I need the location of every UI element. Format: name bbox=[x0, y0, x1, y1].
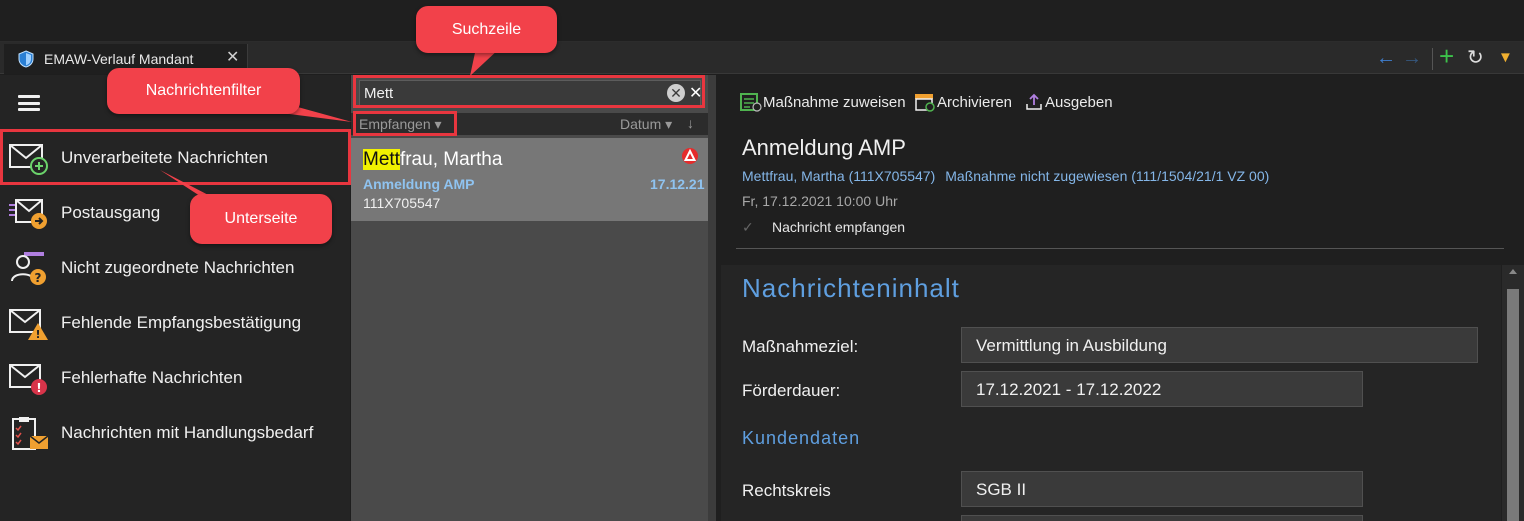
field-value-foerderdauer: 17.12.2021 - 17.12.2022 bbox=[961, 371, 1363, 407]
outbox-icon bbox=[8, 196, 50, 232]
refresh-icon[interactable]: ↻ bbox=[1467, 46, 1484, 70]
archive-icon bbox=[914, 92, 936, 116]
agency-logo-icon bbox=[682, 148, 698, 169]
message-sender: Mettfrau, Martha bbox=[363, 149, 502, 171]
highlight-box-subpage bbox=[0, 129, 351, 185]
message-list-pane: ✕ ✕ Empfangen ▾ Datum ▾ ↓ Mettfrau, Mart… bbox=[351, 75, 708, 521]
section-title: Nachrichteninhalt bbox=[742, 273, 960, 303]
field-value-massnahmeziel: Vermittlung in Ausbildung bbox=[961, 327, 1478, 363]
sidebar-item-label: Nachrichten mit Handlungsbedarf bbox=[61, 423, 314, 442]
pane-splitter[interactable] bbox=[708, 75, 716, 521]
status-label: Nachricht empfangen bbox=[772, 219, 906, 235]
unassigned-user-icon: ? bbox=[8, 251, 50, 287]
scroll-thumb[interactable] bbox=[1507, 289, 1519, 521]
dropdown-menu-icon[interactable]: ▼ bbox=[1498, 46, 1513, 70]
sidebar-item-label: Fehlende Empfangsbestätigung bbox=[61, 313, 302, 332]
person-link[interactable]: Mettfrau, Martha (111X705547) bbox=[742, 168, 935, 184]
hamburger-menu-icon[interactable] bbox=[18, 95, 40, 111]
scroll-up-icon[interactable] bbox=[1509, 269, 1517, 274]
svg-text:!: ! bbox=[35, 328, 40, 341]
message-date: 17.12.21 bbox=[650, 176, 705, 192]
toolbar-divider bbox=[1432, 48, 1433, 70]
field-label-massnahmeziel: Maßnahmeziel: bbox=[742, 337, 859, 356]
sidebar-item-nicht-zugeordnet[interactable]: ? Nicht zugeordnete Nachrichten bbox=[0, 241, 350, 296]
field-label-rechtskreis: Rechtskreis bbox=[742, 481, 831, 500]
title-bar bbox=[0, 0, 1524, 42]
check-icon: ✓ bbox=[742, 219, 754, 235]
sidebar-item-label: Postausgang bbox=[61, 203, 161, 222]
svg-text:?: ? bbox=[35, 271, 42, 285]
subsection-title: Kundendaten bbox=[742, 428, 861, 448]
message-datetime: Fr, 17.12.2021 10:00 Uhr bbox=[742, 193, 898, 209]
measure-link[interactable]: Maßnahme nicht zugewiesen (111/1504/21/1… bbox=[945, 168, 1269, 184]
close-icon[interactable]: ✕ bbox=[226, 47, 239, 67]
measure-assign-icon bbox=[740, 92, 762, 116]
sender-name-rest: frau, Martha bbox=[399, 149, 503, 170]
sidebar-item-fehlende-empfang[interactable]: ! Fehlende Empfangsbestätigung bbox=[0, 296, 350, 351]
envelope-warning-icon: ! bbox=[8, 306, 50, 342]
forward-arrow-icon[interactable]: → bbox=[1402, 46, 1422, 70]
upload-icon bbox=[1024, 92, 1044, 116]
highlight-box-search bbox=[353, 75, 705, 108]
clipboard-envelope-icon bbox=[8, 416, 50, 452]
assign-measure-label: Maßnahme zuweisen bbox=[763, 94, 906, 111]
tab-label: EMAW-Verlauf Mandant bbox=[44, 51, 194, 67]
message-title: Anmeldung AMP bbox=[742, 135, 906, 160]
message-id: 111X705547 bbox=[363, 195, 441, 211]
callout-subpage: Unterseite bbox=[190, 194, 332, 244]
sidebar-item-label: Fehlerhafte Nachrichten bbox=[61, 368, 243, 387]
divider bbox=[736, 248, 1504, 249]
shield-icon bbox=[18, 50, 34, 73]
message-subject: Anmeldung AMP bbox=[363, 176, 475, 192]
add-icon[interactable]: + bbox=[1439, 43, 1454, 69]
message-content: Nachrichteninhalt Maßnahmeziel: Vermittl… bbox=[721, 265, 1501, 521]
scrollbar[interactable] bbox=[1502, 265, 1524, 521]
output-label: Ausgeben bbox=[1045, 94, 1113, 111]
list-item[interactable]: Mettfrau, Martha Anmeldung AMP 17.12.21 … bbox=[351, 138, 708, 221]
field-value-next bbox=[961, 515, 1363, 521]
highlight-box-filter bbox=[353, 111, 457, 136]
sidebar-item-fehlerhafte[interactable]: ! Fehlerhafte Nachrichten bbox=[0, 351, 350, 406]
callout-filter: Nachrichtenfilter bbox=[107, 68, 300, 114]
field-value-rechtskreis: SGB II bbox=[961, 471, 1363, 507]
sidebar-item-handlungsbedarf[interactable]: Nachrichten mit Handlungsbedarf bbox=[0, 406, 350, 461]
detail-pane: Maßnahme zuweisen Archivieren Ausgeben A… bbox=[716, 75, 1524, 521]
svg-text:!: ! bbox=[36, 381, 41, 395]
message-meta: Mettfrau, Martha (111X705547) Maßnahme ni… bbox=[742, 168, 1279, 184]
back-arrow-icon[interactable]: ← bbox=[1376, 46, 1396, 70]
archive-label: Archivieren bbox=[937, 94, 1013, 111]
sidebar-item-label: Nicht zugeordnete Nachrichten bbox=[61, 258, 295, 277]
callout-search: Suchzeile bbox=[416, 6, 557, 53]
field-label-foerderdauer: Förderdauer: bbox=[742, 381, 841, 400]
search-highlight: Mett bbox=[363, 149, 400, 170]
sort-dropdown[interactable]: Datum ▾ bbox=[620, 116, 672, 133]
envelope-error-icon: ! bbox=[8, 361, 50, 397]
sort-direction-icon[interactable]: ↓ bbox=[687, 115, 694, 131]
